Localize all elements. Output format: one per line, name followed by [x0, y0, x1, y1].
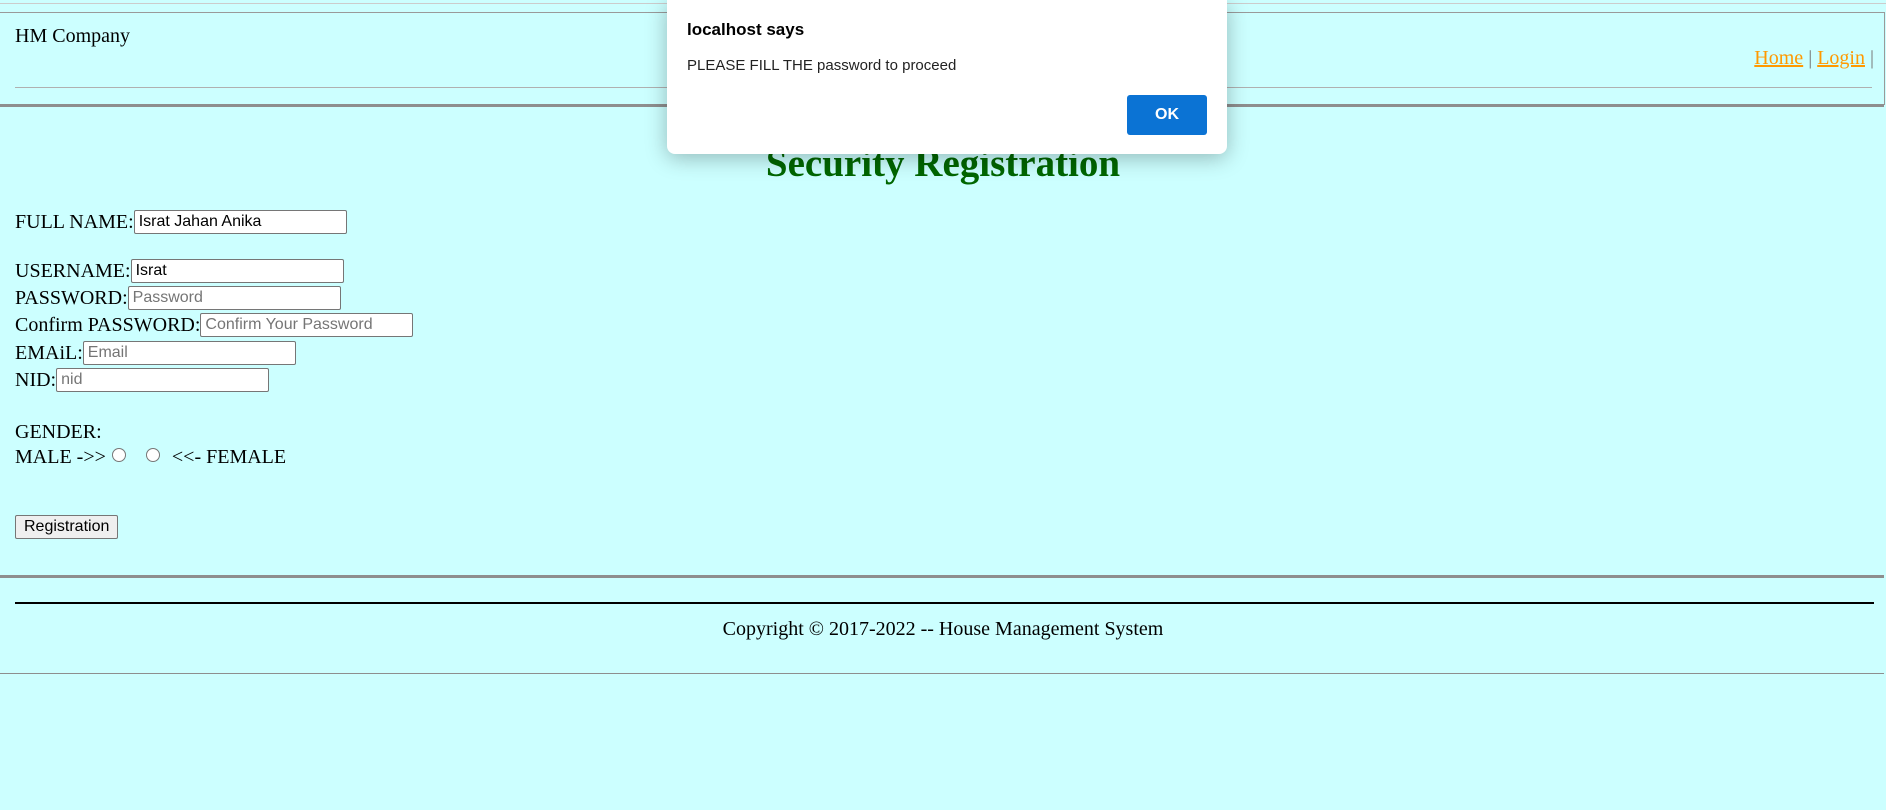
registration-section: Security Registration FULL NAME: USERNAM…: [0, 104, 1884, 578]
nav-home-link[interactable]: Home: [1754, 47, 1803, 69]
dialog-title: localhost says: [687, 20, 805, 39]
dialog-ok-button[interactable]: OK: [1127, 95, 1207, 135]
alert-dialog: localhost says PLEASE FILL THE password …: [667, 0, 1227, 154]
nav-separator: |: [1869, 47, 1874, 69]
username-row: USERNAME:: [15, 259, 344, 283]
top-nav: Home | Login |: [1754, 47, 1874, 70]
footer-divider: [15, 602, 1874, 604]
full-name-row: FULL NAME:: [15, 210, 347, 234]
male-radio[interactable]: [111, 447, 126, 462]
nid-label: NID:: [15, 368, 57, 391]
site-footer: Copyright © 2017-2022 -- House Managemen…: [0, 576, 1884, 674]
username-label: USERNAME:: [15, 259, 131, 282]
password-label: PASSWORD:: [15, 286, 128, 309]
confirm-password-input[interactable]: [200, 313, 414, 337]
copyright-text: Copyright © 2017-2022 -- House Managemen…: [722, 618, 1164, 640]
nav-separator: |: [1808, 47, 1813, 69]
password-input[interactable]: [127, 286, 341, 310]
email-row: EMAiL:: [15, 341, 296, 365]
full-name-label: FULL NAME:: [15, 210, 134, 233]
gender-row: MALE ->> <<- FEMALE: [15, 446, 286, 469]
brand-name: HM Company: [15, 25, 130, 47]
dialog-message: PLEASE FILL THE password to proceed: [687, 57, 957, 74]
nid-row: NID:: [15, 368, 270, 392]
gender-label: GENDER:: [15, 421, 102, 443]
email-input[interactable]: [82, 341, 296, 365]
username-input[interactable]: [130, 259, 344, 283]
male-label: MALE ->>: [15, 446, 106, 468]
full-name-input[interactable]: [133, 210, 347, 234]
female-radio[interactable]: [145, 447, 160, 462]
female-label: <<- FEMALE: [171, 446, 287, 468]
confirm-password-row: Confirm PASSWORD:: [15, 313, 414, 337]
nav-login-link[interactable]: Login: [1817, 47, 1865, 69]
confirm-password-label: Confirm PASSWORD:: [15, 313, 201, 336]
registration-button[interactable]: Registration: [15, 515, 119, 539]
password-row: PASSWORD:: [15, 286, 341, 310]
email-label: EMAiL:: [15, 341, 83, 364]
nid-input[interactable]: [56, 368, 270, 392]
